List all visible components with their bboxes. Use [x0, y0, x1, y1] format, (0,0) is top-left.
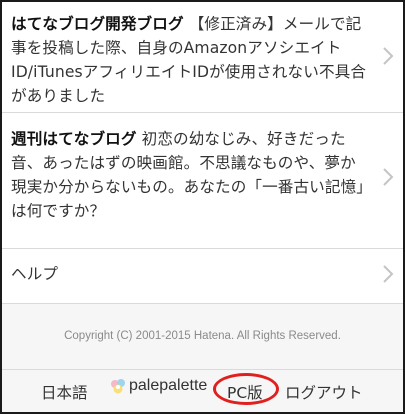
copyright-section: Copyright (C) 2001-2015 Hatena. All Righ…	[2, 304, 403, 370]
entry-source: 週刊はてなブログ	[11, 130, 137, 148]
language-link[interactable]: 日本語	[41, 381, 88, 403]
logout-link[interactable]: ログアウト	[285, 381, 363, 403]
news-entry-2[interactable]: 週刊はてなブログ 初恋の幼なじみ、好きだった音、あったはずの映画館。不思議なもの…	[2, 113, 403, 249]
copyright-text: Copyright (C) 2001-2015 Hatena. All Righ…	[64, 330, 341, 342]
footer-bar: 日本語 palepalette PC版 ログアウト	[2, 370, 403, 412]
news-entry-1[interactable]: はてなブログ開発ブログ 【修正済み】メールで記事を投稿した際、自身のAmazon…	[2, 2, 403, 113]
entry-source: はてなブログ開発ブログ	[11, 15, 184, 33]
mobile-menu-panel: はてなブログ開発ブログ 【修正済み】メールで記事を投稿した際、自身のAmazon…	[0, 0, 405, 414]
user-profile-link[interactable]: palepalette	[109, 377, 207, 395]
username: palepalette	[129, 377, 208, 394]
user-avatar-icon	[111, 379, 125, 394]
help-link[interactable]: ヘルプ	[2, 249, 403, 304]
chevron-right-icon	[381, 45, 395, 67]
chevron-right-icon	[381, 166, 395, 188]
help-label: ヘルプ	[11, 265, 59, 283]
chevron-right-icon	[381, 263, 395, 285]
pc-version-link[interactable]: PC版	[227, 381, 263, 403]
